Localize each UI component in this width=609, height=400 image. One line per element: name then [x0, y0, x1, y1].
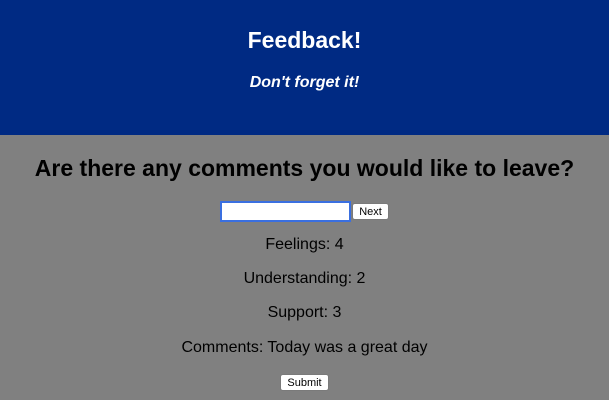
main-content: Are there any comments you would like to… [0, 135, 609, 400]
question-heading: Are there any comments you would like to… [34, 155, 575, 181]
page-title: Feedback! [247, 27, 362, 53]
submit-row: Submit [0, 374, 609, 391]
comment-input-row: Next [0, 201, 609, 223]
next-button[interactable]: Next [352, 203, 389, 220]
page-subtitle: Don't forget it! [249, 74, 360, 91]
understanding-result: Understanding: 2 [243, 270, 366, 287]
submit-button[interactable]: Submit [280, 374, 329, 391]
comment-input[interactable] [220, 201, 352, 222]
page-header: Feedback! Don't forget it! [0, 0, 609, 135]
comments-result: Comments: Today was a great day [181, 339, 428, 356]
support-result: Support: 3 [267, 304, 342, 321]
feelings-result: Feelings: 4 [265, 236, 344, 253]
